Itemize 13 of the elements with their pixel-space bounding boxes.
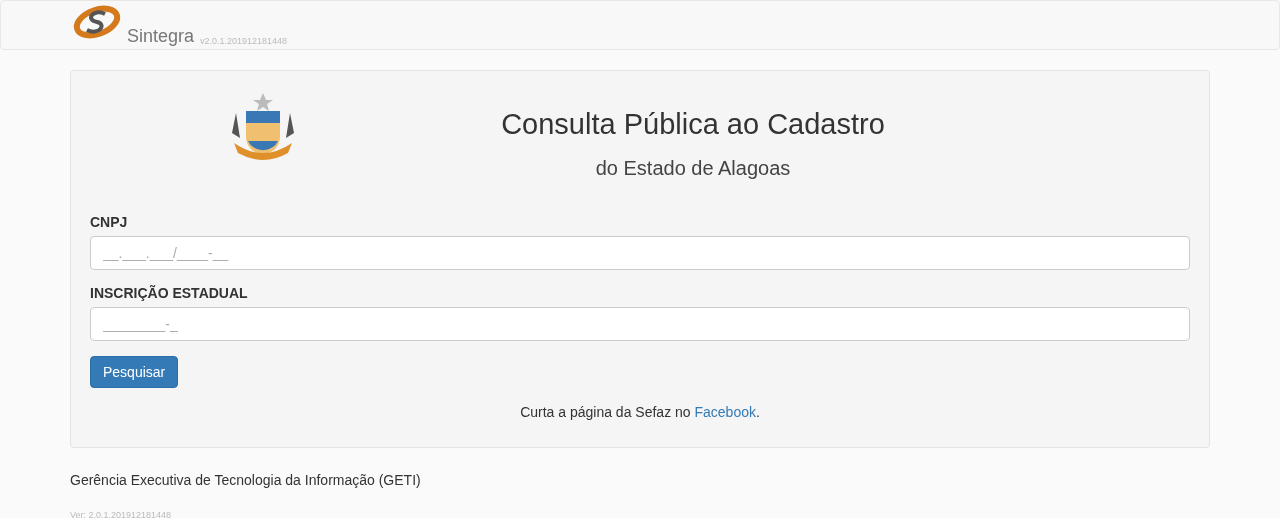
page-title: Consulta Pública ao Cadastro — [501, 108, 885, 141]
input-field[interactable]: ________-_ — [90, 307, 1190, 341]
logo-icon — [73, 4, 121, 40]
page-subtitle: do Estado de Alagoas — [595, 157, 791, 180]
search-button[interactable]: Pesquisar — [90, 356, 179, 388]
facebook-link[interactable]: Facebook — [694, 404, 756, 420]
field-label: CNPJ — [90, 214, 129, 230]
footer-text: Gerência Executiva de Tecnologia da Informação (GETI) — [70, 472, 422, 488]
field-label: INSCRIÇÃO ESTADUAL — [90, 285, 249, 301]
facebook-note: Curta a página da Sefaz no Facebook. — [519, 404, 761, 420]
input-field[interactable]: __.___.___/____-__ — [90, 236, 1190, 270]
brand-name[interactable]: Sintegra — [127, 26, 195, 47]
version-text: v2.0.1.201912181448 — [200, 36, 288, 46]
